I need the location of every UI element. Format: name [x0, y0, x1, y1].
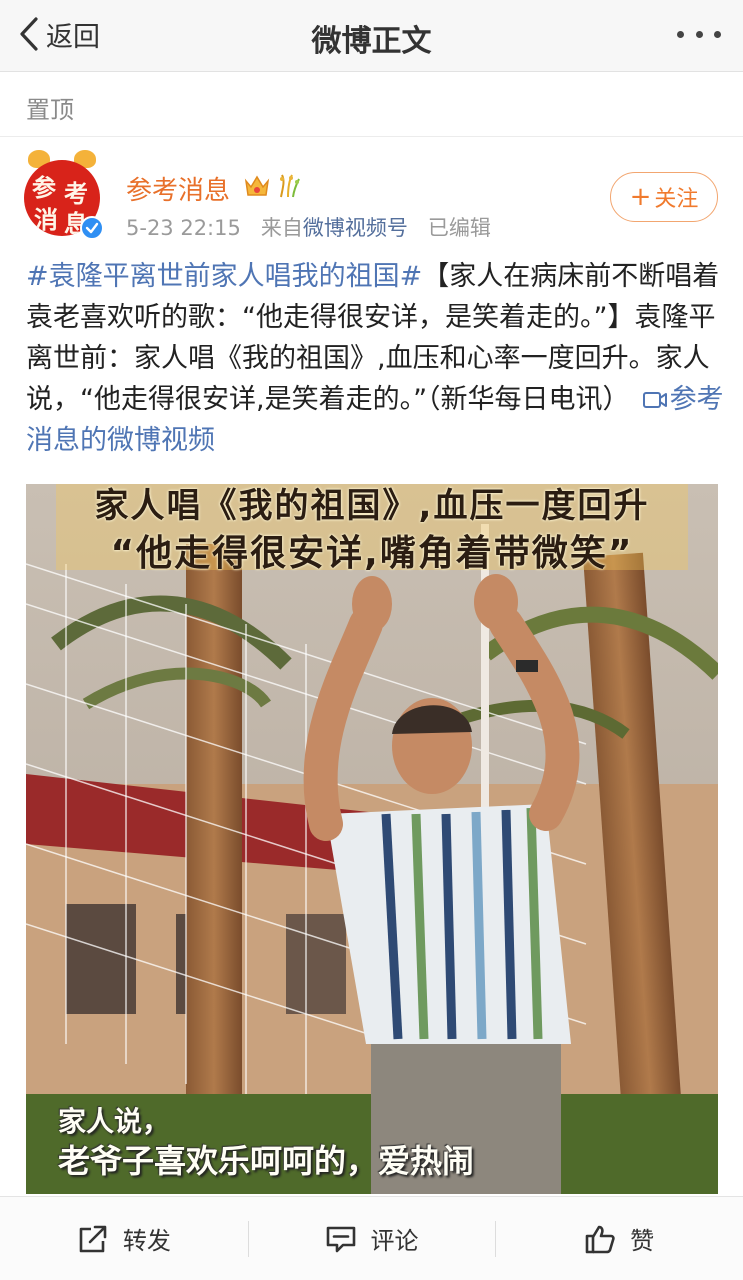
repost-label: 转发	[122, 1227, 171, 1255]
avatar-char: 参	[32, 173, 56, 202]
like-button[interactable]: 赞	[495, 1197, 743, 1280]
back-label: 返回	[46, 21, 100, 53]
nav-bar: 返回 微博正文	[0, 0, 743, 72]
pinned-label: 置顶	[26, 96, 74, 124]
video-frame-image	[26, 484, 718, 1194]
post-meta: 5-23 22:15 来自微博视频号 已编辑	[126, 212, 491, 242]
verified-badge-icon	[80, 216, 104, 240]
video-subtitle-line-2: 老爷子喜欢乐呵呵的，爱热闹	[58, 1142, 475, 1180]
chevron-left-icon	[20, 17, 38, 51]
more-dot-icon	[695, 30, 703, 38]
follow-button[interactable]: + 关注	[610, 172, 718, 222]
thumbs-up-icon	[585, 1225, 615, 1253]
post-body: #袁隆平离世前家人唱我的祖国#【家人在病床前不断唱着袁老喜欢听的歌：“他走得很安…	[26, 256, 726, 461]
like-label: 赞	[630, 1227, 655, 1255]
comment-button[interactable]: 评论	[247, 1197, 496, 1280]
video-player[interactable]: 家人唱《我的祖国》,血压一度回升 “他走得很安详,嘴角着带微笑” 家人说， 老爷…	[26, 484, 718, 1194]
video-caption-line-2: “他走得很安详,嘴角着带微笑”	[110, 533, 634, 574]
page-title: 微博正文	[311, 24, 432, 59]
more-dot-icon	[714, 30, 721, 38]
author-name[interactable]: 参考消息	[126, 170, 230, 207]
hashtag-link[interactable]: #袁隆平离世前家人唱我的祖国#	[26, 261, 422, 292]
plus-icon: +	[629, 182, 652, 212]
repost-icon	[79, 1225, 107, 1252]
video-subtitle-line-1: 家人说，	[58, 1105, 171, 1138]
edited-label: 已编辑	[427, 216, 491, 240]
post-source-link[interactable]: 微博视频号	[303, 216, 408, 240]
repost-button[interactable]: 转发	[0, 1197, 248, 1280]
comment-icon	[326, 1226, 355, 1252]
video-caption-line-1: 家人唱《我的祖国》,血压一度回升	[94, 486, 650, 526]
rice-badge-icon	[280, 174, 300, 198]
more-options-button[interactable]	[677, 22, 721, 46]
pinned-bar: 置顶	[0, 73, 743, 137]
avatar-char: 消	[34, 205, 58, 234]
more-dot-icon	[677, 30, 684, 38]
post-timestamp: 5-23 22:15	[126, 216, 241, 240]
video-link-icon	[642, 392, 667, 408]
action-bar: 转发 评论 赞	[0, 1196, 743, 1280]
comment-label: 评论	[370, 1227, 419, 1255]
follow-label: 关注	[654, 187, 699, 212]
author-badges	[243, 173, 301, 199]
back-button[interactable]: 返回	[18, 14, 100, 54]
source-prefix: 来自	[260, 216, 303, 240]
crown-badge-icon	[244, 175, 270, 196]
